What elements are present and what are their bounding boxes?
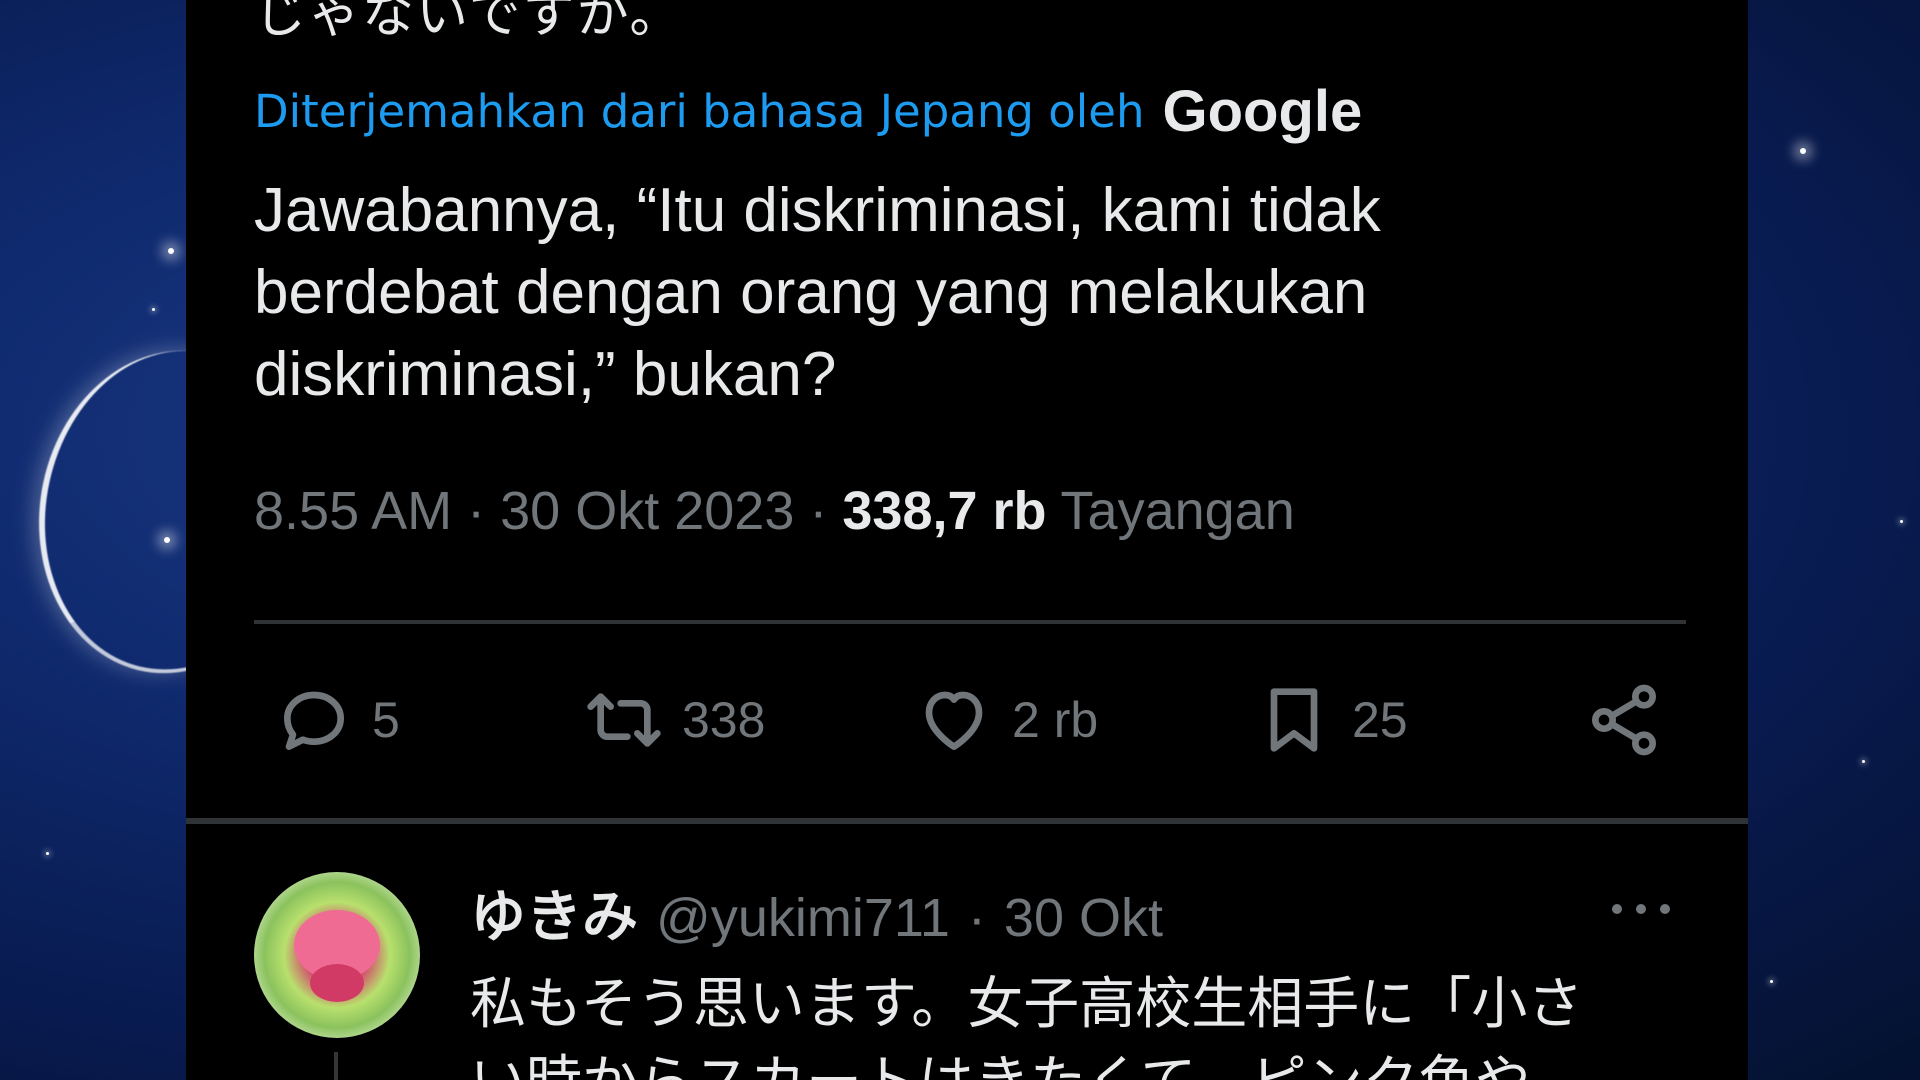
reply-header: ゆきみ @yukimi711 · 30 Okt	[470, 872, 1163, 953]
previous-text-fragment: じゃないですか。	[254, 0, 684, 45]
separator-dot: ·	[467, 481, 486, 541]
bookmark-icon	[1270, 688, 1318, 752]
avatar[interactable]	[254, 872, 420, 1038]
section-divider	[186, 818, 1748, 824]
display-name[interactable]: ゆきみ	[470, 872, 638, 953]
tweet-card: じゃないですか。 Diterjemahkan dari bahasa Jepan…	[186, 0, 1748, 1080]
star-icon	[1900, 520, 1903, 523]
action-bar: 5 338 2 rb 25	[274, 680, 1674, 760]
google-logo: Google	[1162, 79, 1363, 144]
divider	[254, 620, 1686, 624]
thread-line	[334, 1052, 338, 1080]
reply-date[interactable]: 30 Okt	[1004, 887, 1163, 949]
like-button[interactable]: 2 rb	[914, 680, 1098, 760]
bookmark-count: 25	[1352, 692, 1408, 748]
star-icon	[46, 852, 49, 855]
star-icon	[1800, 148, 1806, 154]
like-icon	[925, 691, 983, 750]
views-label: Tayangan	[1060, 481, 1295, 541]
user-handle[interactable]: @yukimi711	[656, 887, 950, 949]
star-icon	[168, 248, 174, 254]
repost-button[interactable]: 338	[584, 680, 765, 760]
tweet-date[interactable]: 30 Okt 2023	[500, 481, 794, 541]
translation-label[interactable]: Diterjemahkan dari bahasa Jepang oleh	[254, 85, 1145, 138]
share-icon	[1592, 684, 1656, 756]
like-count: 2 rb	[1012, 692, 1099, 748]
repost-icon	[587, 693, 661, 747]
reply-text: 私もそう思います。女子高校生相手に「小さ い時からスカートはきたくて。ピンク色や	[470, 972, 1584, 1080]
star-icon	[152, 308, 155, 311]
reply-count: 5	[372, 692, 400, 748]
more-options-icon[interactable]	[1608, 900, 1674, 918]
reply-tweet[interactable]: ゆきみ @yukimi711 · 30 Okt 私もそう思います。女子高校生相手…	[254, 872, 1684, 1080]
share-button[interactable]	[1584, 680, 1664, 760]
reply-button[interactable]: 5	[274, 680, 400, 760]
views-count[interactable]: 338,7 rb	[842, 481, 1046, 541]
bookmark-button[interactable]: 25	[1254, 680, 1408, 760]
star-icon	[1770, 980, 1773, 983]
tweet-metadata: 8.55 AM · 30 Okt 2023 · 338,7 rb Tayanga…	[254, 480, 1295, 542]
star-icon	[1862, 760, 1865, 763]
rose-petal-shape	[310, 964, 364, 1002]
reply-icon	[284, 691, 344, 750]
separator-dot: ·	[967, 888, 986, 948]
tweet-time[interactable]: 8.55 AM	[254, 481, 452, 541]
translation-note[interactable]: Diterjemahkan dari bahasa Jepang oleh Go…	[254, 78, 1362, 145]
separator-dot: ·	[809, 481, 828, 541]
tweet-text: Jawabannya, “Itu diskriminasi, kami tida…	[254, 176, 1381, 409]
repost-count: 338	[682, 692, 766, 748]
